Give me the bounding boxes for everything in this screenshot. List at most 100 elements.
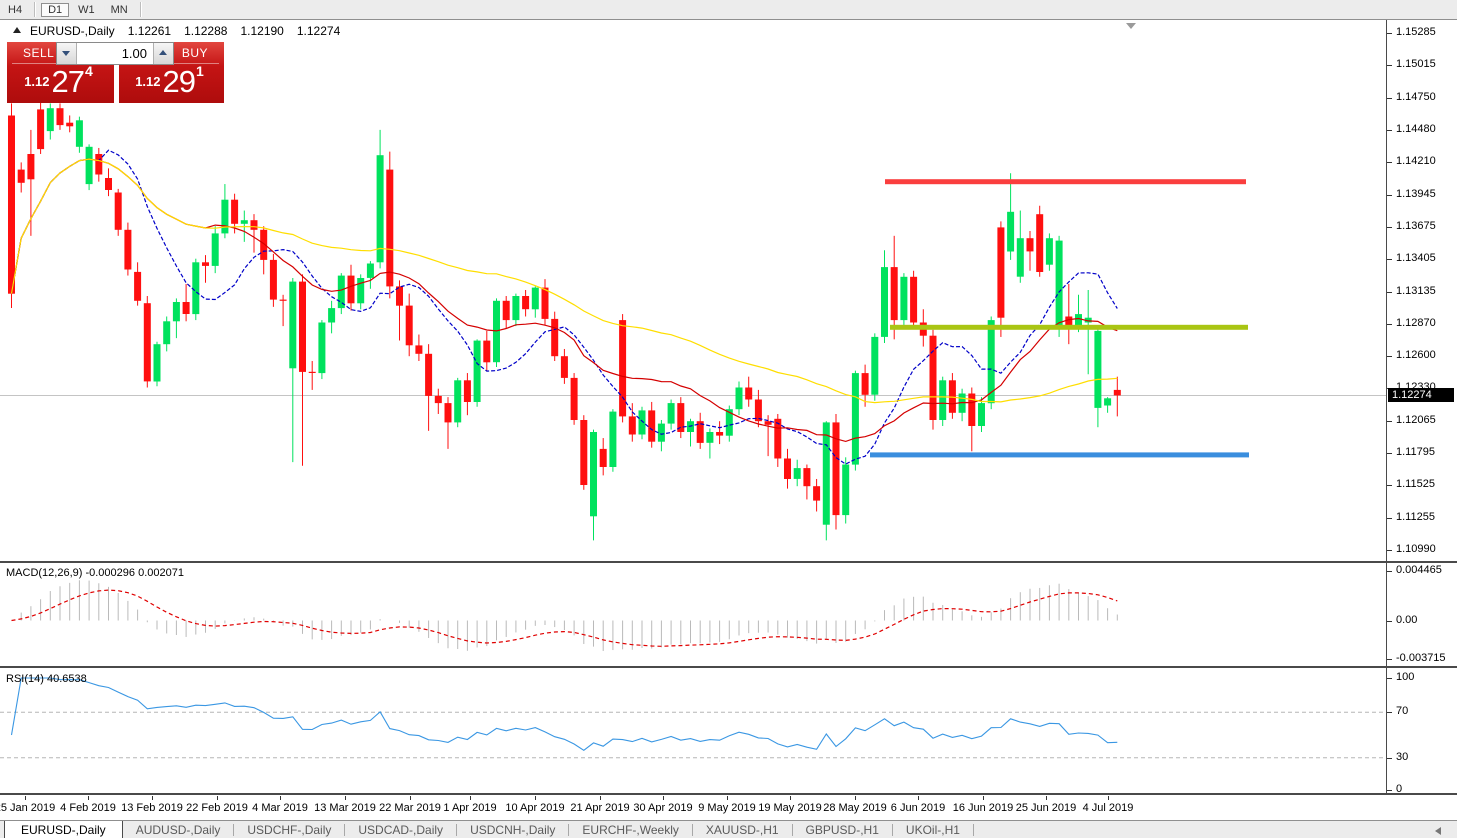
- time-tick-label: 4 Feb 2019: [60, 802, 116, 814]
- time-axis[interactable]: 25 Jan 20194 Feb 201913 Feb 201922 Feb 2…: [0, 795, 1386, 820]
- time-tick-label: 13 Feb 2019: [121, 802, 183, 814]
- sell-price-pip: 4: [85, 63, 93, 79]
- axis-tick: [1387, 621, 1392, 622]
- price-tick-label: 1.10990: [1396, 543, 1436, 555]
- price-axis[interactable]: 1.152851.150151.147501.144801.142101.139…: [1387, 20, 1457, 795]
- time-tick: [25, 796, 26, 800]
- time-tick-label: 22 Mar 2019: [379, 802, 441, 814]
- buy-button[interactable]: BUY: [182, 46, 208, 60]
- time-tick: [983, 796, 984, 800]
- volume-input[interactable]: 1.00: [77, 43, 153, 64]
- time-tick: [1046, 796, 1047, 800]
- axis-tick: [1387, 292, 1392, 293]
- price-tick-label: 1.13945: [1396, 188, 1436, 200]
- mt4-window: H4 D1 W1 MN EURUSD-,Daily 1.12261 1.12288 1…: [0, 0, 1457, 838]
- axis-tick: [1387, 678, 1392, 679]
- price-tick-label: 1.14210: [1396, 155, 1436, 167]
- volume-spinner: 1.00: [56, 42, 174, 65]
- price-tick-label: 1.12870: [1396, 317, 1436, 329]
- tab-separator: [973, 824, 974, 836]
- axis-tick: [1387, 571, 1392, 572]
- buy-price-pip: 1: [196, 63, 204, 79]
- tab-scroll-left-icon[interactable]: [1435, 827, 1441, 835]
- buy-price: 1.12291: [119, 63, 220, 100]
- time-tick-label: 4 Jul 2019: [1083, 802, 1134, 814]
- macd-tick-label: -0.003715: [1396, 652, 1446, 664]
- tab-audusd-daily[interactable]: AUDUSD-,Daily: [123, 821, 234, 838]
- tab-eurchf-weekly[interactable]: EURCHF-,Weekly: [569, 821, 691, 838]
- time-tick: [470, 796, 471, 800]
- pane-splitter[interactable]: [0, 666, 1457, 668]
- tab-eurusd-daily[interactable]: EURUSD-,Daily: [4, 821, 123, 838]
- ohlc-close: 1.12274: [297, 24, 340, 38]
- axis-tick: [1387, 98, 1392, 99]
- timeframe-w1-button[interactable]: W1: [71, 3, 102, 17]
- chevron-up-icon: [159, 50, 167, 55]
- pane-splitter[interactable]: [0, 561, 1457, 563]
- axis-tick: [1387, 453, 1392, 454]
- time-tick-label: 9 May 2019: [698, 802, 755, 814]
- rsi-tick-label: 100: [1396, 671, 1414, 683]
- rsi-indicator-pane[interactable]: [0, 669, 1386, 793]
- time-tick: [280, 796, 281, 800]
- axis-tick: [1387, 130, 1392, 131]
- volume-increase-button[interactable]: [153, 43, 173, 64]
- price-tick-label: 1.12065: [1396, 414, 1436, 426]
- collapse-trade-panel-icon[interactable]: [13, 27, 21, 33]
- sell-price-main: 27: [52, 64, 84, 99]
- timeframe-toolbar: H4 D1 W1 MN: [0, 0, 1457, 20]
- tab-gbpusd-h1[interactable]: GBPUSD-,H1: [793, 821, 892, 838]
- time-tick: [88, 796, 89, 800]
- axis-tick: [1387, 356, 1392, 357]
- ohlc-open: 1.12261: [128, 24, 171, 38]
- time-tick: [790, 796, 791, 800]
- axis-tick: [1387, 259, 1392, 260]
- rsi-tick-label: 0: [1396, 783, 1402, 795]
- chart-symbol-label: EURUSD-,Daily: [30, 24, 115, 38]
- price-tick-label: 1.14750: [1396, 91, 1436, 103]
- axis-tick: [1387, 790, 1392, 791]
- time-tick-label: 25 Jun 2019: [1016, 802, 1077, 814]
- axis-tick: [1387, 485, 1392, 486]
- axis-tick: [1387, 195, 1392, 196]
- time-tick-label: 16 Jun 2019: [953, 802, 1014, 814]
- sell-price: 1.12274: [7, 63, 110, 100]
- axis-tick: [1387, 550, 1392, 551]
- tab-xauusd-h1[interactable]: XAUUSD-,H1: [693, 821, 792, 838]
- tab-usdchf-daily[interactable]: USDCHF-,Daily: [234, 821, 344, 838]
- sell-button[interactable]: SELL: [23, 46, 54, 60]
- price-tick-label: 1.13405: [1396, 252, 1436, 264]
- time-tick: [663, 796, 664, 800]
- time-tick-label: 4 Mar 2019: [252, 802, 308, 814]
- rsi-label: RSI(14) 40.6538: [6, 673, 87, 685]
- chart-tab-bar: EURUSD-,Daily AUDUSD-,Daily USDCHF-,Dail…: [0, 820, 1457, 838]
- tab-usdcnh-daily[interactable]: USDCNH-,Daily: [457, 821, 568, 838]
- time-tick: [345, 796, 346, 800]
- one-click-trading-panel: SELL 1.12274 BUY 1.12291 1.00: [7, 42, 224, 103]
- axis-tick: [1387, 65, 1392, 66]
- macd-indicator-pane[interactable]: [0, 563, 1386, 665]
- axis-tick: [1387, 33, 1392, 34]
- tab-usdcad-daily[interactable]: USDCAD-,Daily: [345, 821, 456, 838]
- time-tick: [152, 796, 153, 800]
- chart-title: EURUSD-,Daily1.122611.122881.121901.1227…: [30, 24, 353, 38]
- time-tick: [727, 796, 728, 800]
- timeframe-h4-button[interactable]: H4: [1, 3, 29, 17]
- price-tick-label: 1.14480: [1396, 123, 1436, 135]
- axis-tick: [1387, 712, 1392, 713]
- time-tick: [918, 796, 919, 800]
- timeframe-d1-button[interactable]: D1: [41, 3, 69, 17]
- time-tick: [600, 796, 601, 800]
- axis-tick: [1387, 758, 1392, 759]
- volume-decrease-button[interactable]: [57, 43, 77, 64]
- axis-tick: [1387, 659, 1392, 660]
- tab-ukoil-h1[interactable]: UKOil-,H1: [893, 821, 973, 838]
- time-tick-label: 10 Apr 2019: [505, 802, 564, 814]
- time-tick-label: 28 May 2019: [823, 802, 887, 814]
- timeframe-mn-button[interactable]: MN: [104, 3, 135, 17]
- price-tick-label: 1.13135: [1396, 285, 1436, 297]
- ohlc-high: 1.12288: [184, 24, 227, 38]
- time-tick-label: 30 Apr 2019: [633, 802, 692, 814]
- macd-tick-label: 0.004465: [1396, 564, 1442, 576]
- time-tick: [535, 796, 536, 800]
